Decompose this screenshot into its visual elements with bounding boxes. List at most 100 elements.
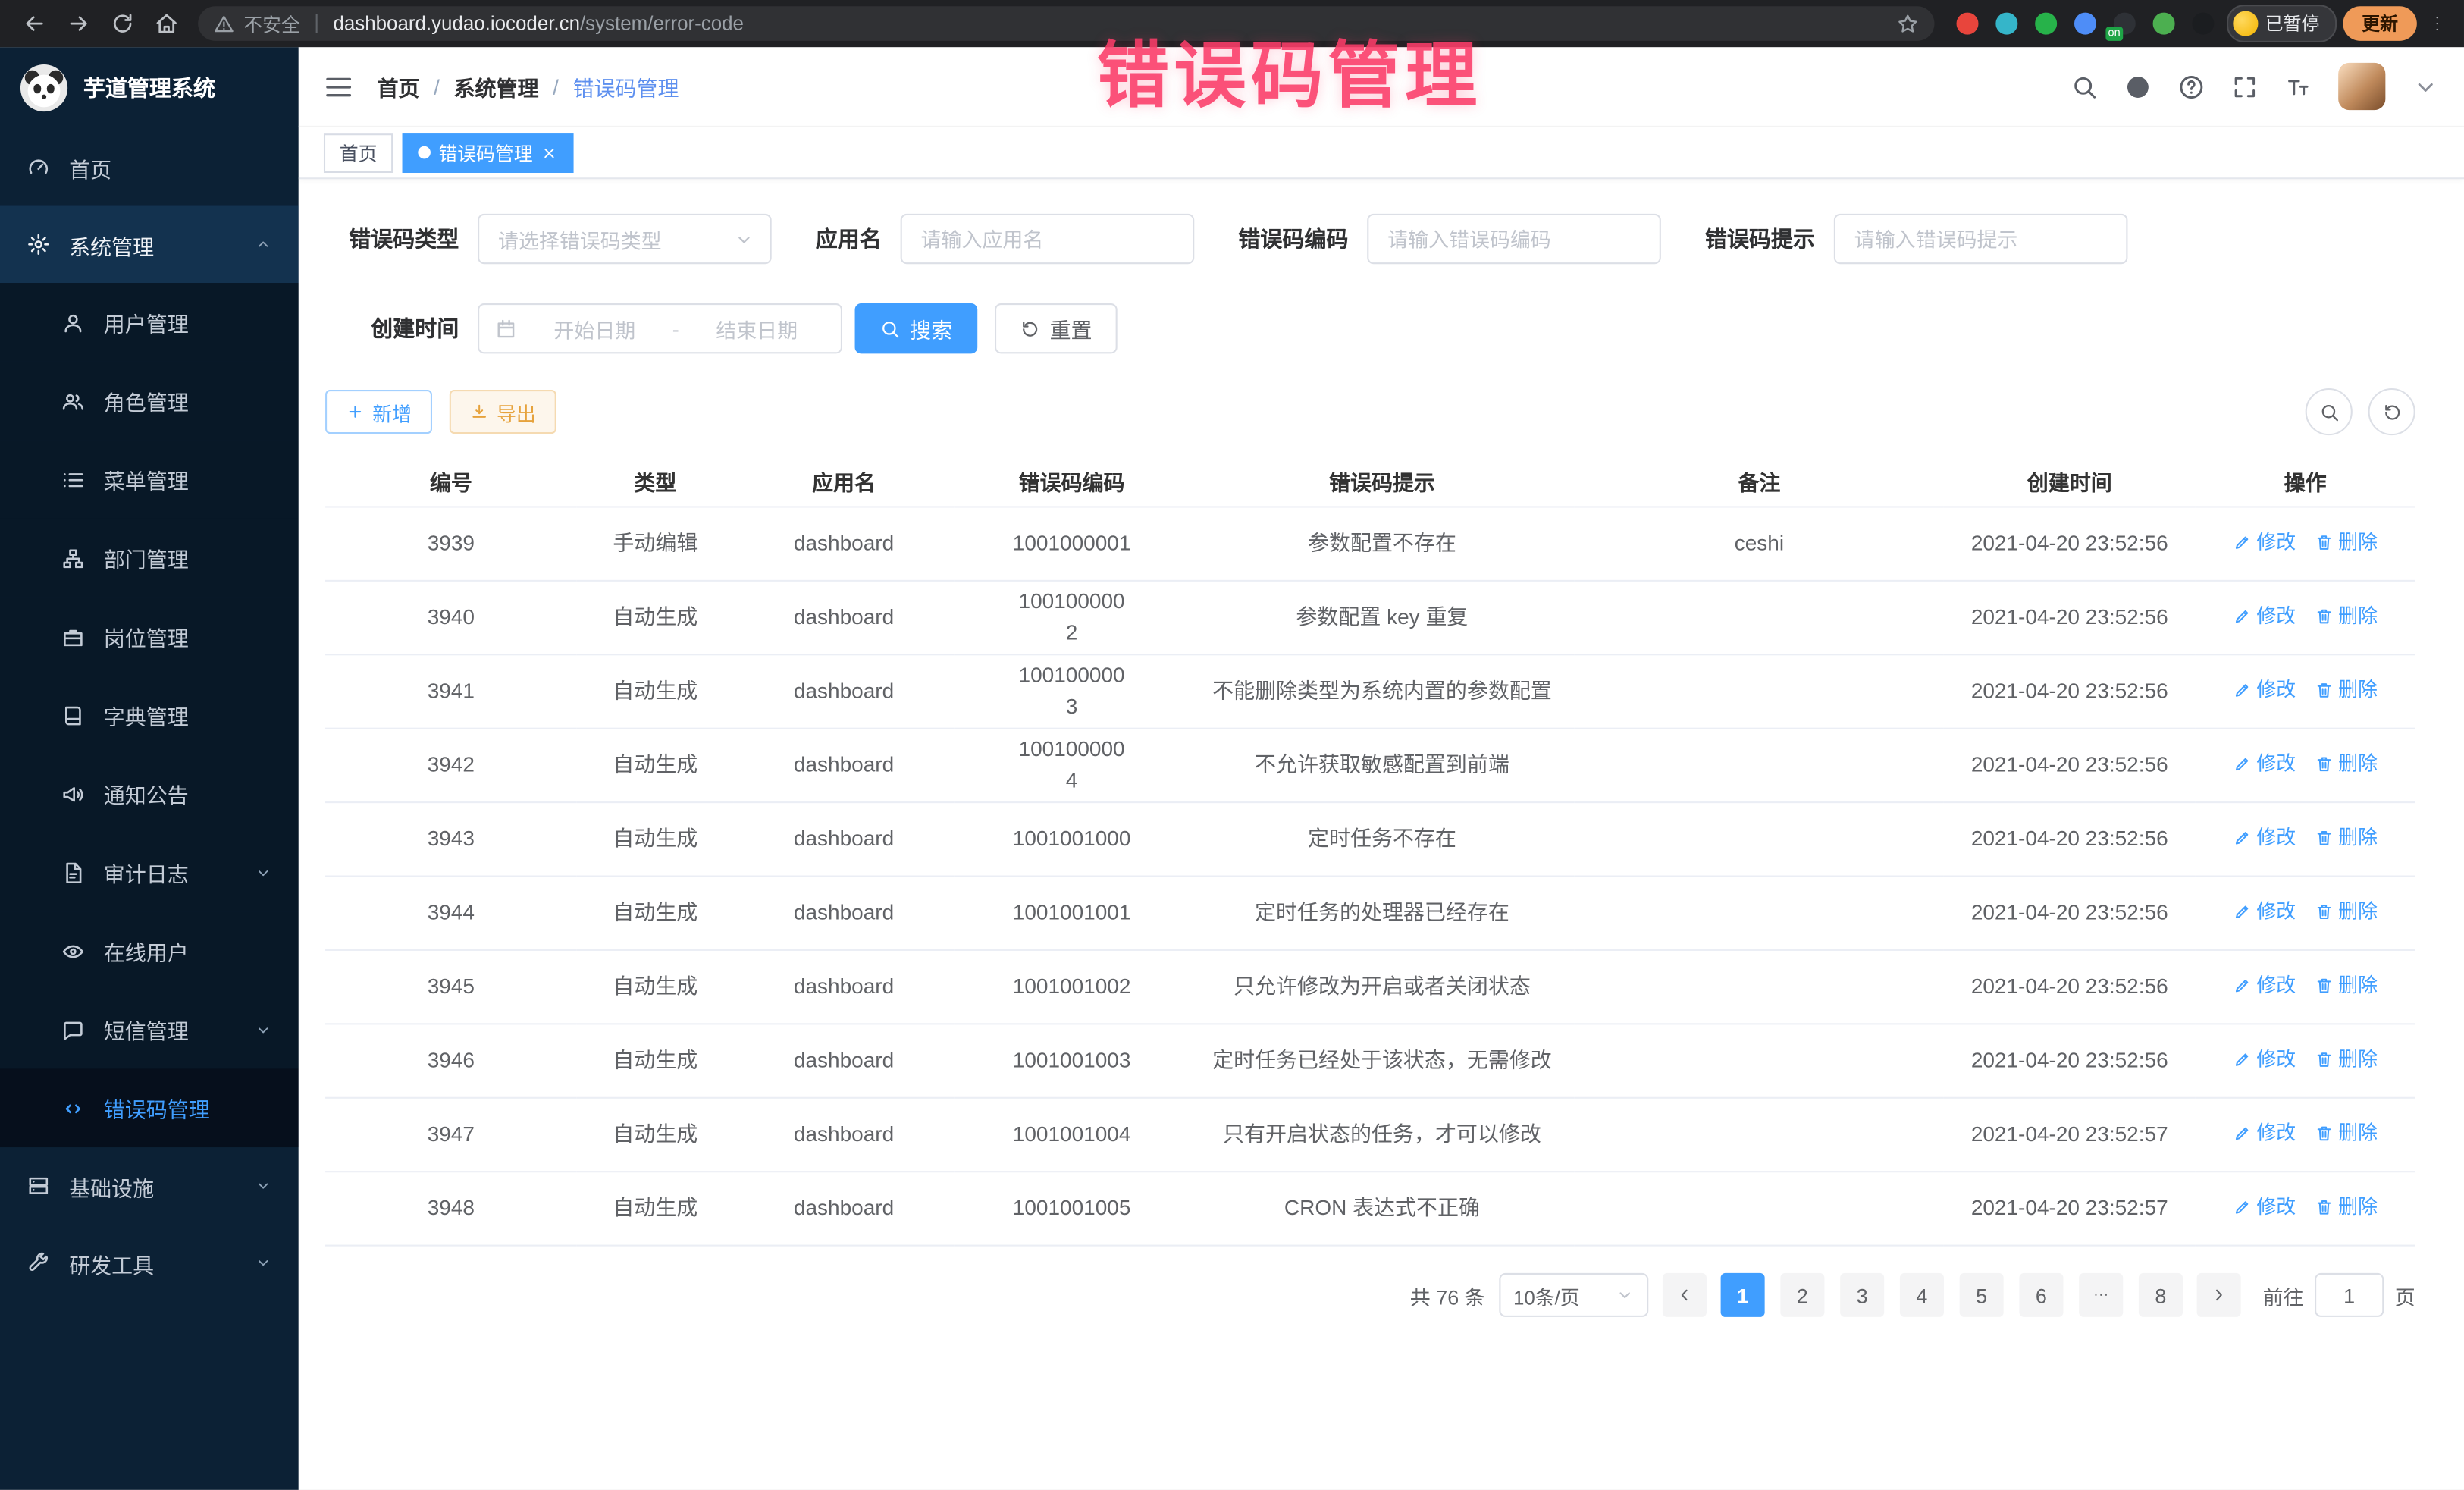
delete-link[interactable]: 删除 (2315, 601, 2378, 630)
extension-icon[interactable] (2152, 13, 2174, 35)
delete-link[interactable]: 删除 (2315, 528, 2378, 557)
create-time-label: 创建时间 (325, 312, 459, 343)
page-button[interactable]: 8 (2139, 1273, 2183, 1317)
page-button[interactable]: 4 (1900, 1273, 1944, 1317)
page-button[interactable]: 1 (1721, 1273, 1765, 1317)
trash-icon (2315, 680, 2334, 699)
github-icon[interactable] (2124, 73, 2151, 99)
edit-link[interactable]: 修改 (2233, 971, 2296, 999)
search-icon[interactable] (2071, 73, 2098, 99)
next-page-button[interactable] (2197, 1273, 2241, 1317)
fullscreen-icon[interactable] (2231, 73, 2258, 99)
page-button[interactable]: 3 (1840, 1273, 1884, 1317)
edit-link[interactable]: 修改 (2233, 676, 2296, 704)
edit-link[interactable]: 修改 (2233, 1193, 2296, 1222)
extension-icon[interactable]: on (2113, 13, 2135, 35)
sidebar-item-system-management[interactable]: 系统管理 (0, 206, 299, 284)
row-time: 2021-04-20 23:52:56 (1944, 654, 2196, 728)
edit-link[interactable]: 修改 (2233, 897, 2296, 926)
delete-link[interactable]: 删除 (2315, 1118, 2378, 1147)
browser-reload-icon[interactable] (110, 11, 135, 36)
hamburger-icon[interactable] (324, 71, 353, 101)
edit-link[interactable]: 修改 (2233, 528, 2296, 557)
delete-link[interactable]: 删除 (2315, 897, 2378, 926)
chevron-down-icon (1616, 1285, 1635, 1304)
user-avatar[interactable] (2338, 63, 2385, 110)
extension-icon[interactable] (1955, 13, 1977, 35)
sidebar-item-home[interactable]: 首页 (0, 129, 299, 206)
page-size-select[interactable]: 10条/页 (1499, 1273, 1648, 1317)
address-bar[interactable]: 不安全 dashboard.yudao.iocoder.cn/system/er… (198, 6, 1933, 41)
app-logo[interactable]: 芋道管理系统 (0, 47, 299, 129)
error-msg-input[interactable] (1834, 214, 2128, 264)
sidebar-item-online-users[interactable]: 在线用户 (0, 911, 299, 990)
search-button[interactable]: 搜索 (855, 303, 978, 353)
sidebar-item-role-management[interactable]: 角色管理 (0, 362, 299, 441)
sidebar-item-infrastructure[interactable]: 基础设施 (0, 1147, 299, 1225)
error-type-select[interactable]: 请选择错误码类型 (478, 214, 772, 264)
edit-link[interactable]: 修改 (2233, 601, 2296, 630)
sidebar-item-label: 系统管理 (69, 229, 154, 260)
delete-link[interactable]: 删除 (2315, 749, 2378, 778)
sidebar-item-notice-announcement[interactable]: 通知公告 (0, 754, 299, 833)
view-tab[interactable]: 首页 (324, 133, 393, 172)
toggle-search-button[interactable] (2306, 388, 2353, 435)
delete-link[interactable]: 删除 (2315, 1193, 2378, 1222)
sidebar-item-post-management[interactable]: 岗位管理 (0, 598, 299, 676)
search-filter-form: 错误码类型 请选择错误码类型 应用名 错误码编码 (325, 214, 2415, 353)
close-icon[interactable] (541, 144, 558, 162)
profile-sync-paused-chip[interactable]: 已暂停 (2226, 5, 2337, 42)
delete-link[interactable]: 删除 (2315, 1045, 2378, 1074)
browser-home-icon[interactable] (154, 11, 179, 36)
sidebar-item-menu-management[interactable]: 菜单管理 (0, 440, 299, 519)
font-size-icon[interactable] (2285, 73, 2312, 99)
add-button[interactable]: 新增 (325, 390, 432, 434)
page-button[interactable]: 5 (1960, 1273, 2004, 1317)
sidebar-item-dict-management[interactable]: 字典管理 (0, 676, 299, 754)
edit-link[interactable]: 修改 (2233, 749, 2296, 778)
edit-link[interactable]: 修改 (2233, 1045, 2296, 1074)
delete-link[interactable]: 删除 (2315, 676, 2378, 704)
breadcrumb-item[interactable]: 系统管理 (454, 71, 539, 102)
create-time-range-picker[interactable]: 开始日期 - 结束日期 (478, 303, 842, 353)
filter-row-1: 错误码类型 请选择错误码类型 应用名 错误码编码 (325, 214, 2415, 264)
edit-link[interactable]: 修改 (2233, 1118, 2296, 1147)
row-id: 3943 (325, 802, 577, 876)
extension-icon[interactable] (2034, 13, 2056, 35)
sidebar-item-dev-tools[interactable]: 研发工具 (0, 1225, 299, 1302)
browser-menu-icon[interactable] (2426, 13, 2448, 35)
app-name-input[interactable] (901, 214, 1195, 264)
error-code-input[interactable] (1367, 214, 1661, 264)
infra-icon (27, 1174, 50, 1197)
sidebar-item-dept-management[interactable]: 部门管理 (0, 519, 299, 598)
extension-icon[interactable] (1995, 13, 2017, 35)
online-icon (61, 939, 85, 962)
browser-back-icon[interactable] (22, 11, 47, 36)
sidebar-item-audit-log[interactable]: 审计日志 (0, 833, 299, 912)
avatar-dropdown-caret-icon[interactable] (2412, 73, 2439, 99)
reset-button[interactable]: 重置 (995, 303, 1118, 353)
sidebar-item-sms-management[interactable]: 短信管理 (0, 990, 299, 1069)
sidebar-item-error-code-management[interactable]: 错误码管理 (0, 1068, 299, 1147)
view-tab[interactable]: 错误码管理 (403, 133, 574, 172)
edit-link[interactable]: 修改 (2233, 823, 2296, 852)
goto-page-input[interactable] (2315, 1273, 2384, 1317)
refresh-table-button[interactable] (2368, 388, 2415, 435)
extension-icon[interactable] (2074, 13, 2096, 35)
page-button[interactable]: 6 (2019, 1273, 2063, 1317)
delete-link[interactable]: 删除 (2315, 823, 2378, 852)
page-button[interactable]: 2 (1780, 1273, 1824, 1317)
bookmark-star-icon[interactable] (1896, 13, 1918, 35)
code-icon (61, 1096, 85, 1120)
sidebar-item-user-management[interactable]: 用户管理 (0, 283, 299, 362)
browser-forward-icon[interactable] (66, 11, 91, 36)
prev-page-button[interactable] (1663, 1273, 1707, 1317)
export-button[interactable]: 导出 (450, 390, 556, 434)
extension-icon[interactable] (2191, 13, 2213, 35)
page-more-button[interactable] (2079, 1273, 2123, 1317)
help-icon[interactable] (2178, 73, 2205, 99)
row-msg: 定时任务已经处于该状态，无需修改 (1190, 1024, 1575, 1097)
breadcrumb-item[interactable]: 首页 (377, 71, 419, 102)
browser-update-button[interactable]: 更新 (2343, 6, 2416, 41)
delete-link[interactable]: 删除 (2315, 971, 2378, 999)
